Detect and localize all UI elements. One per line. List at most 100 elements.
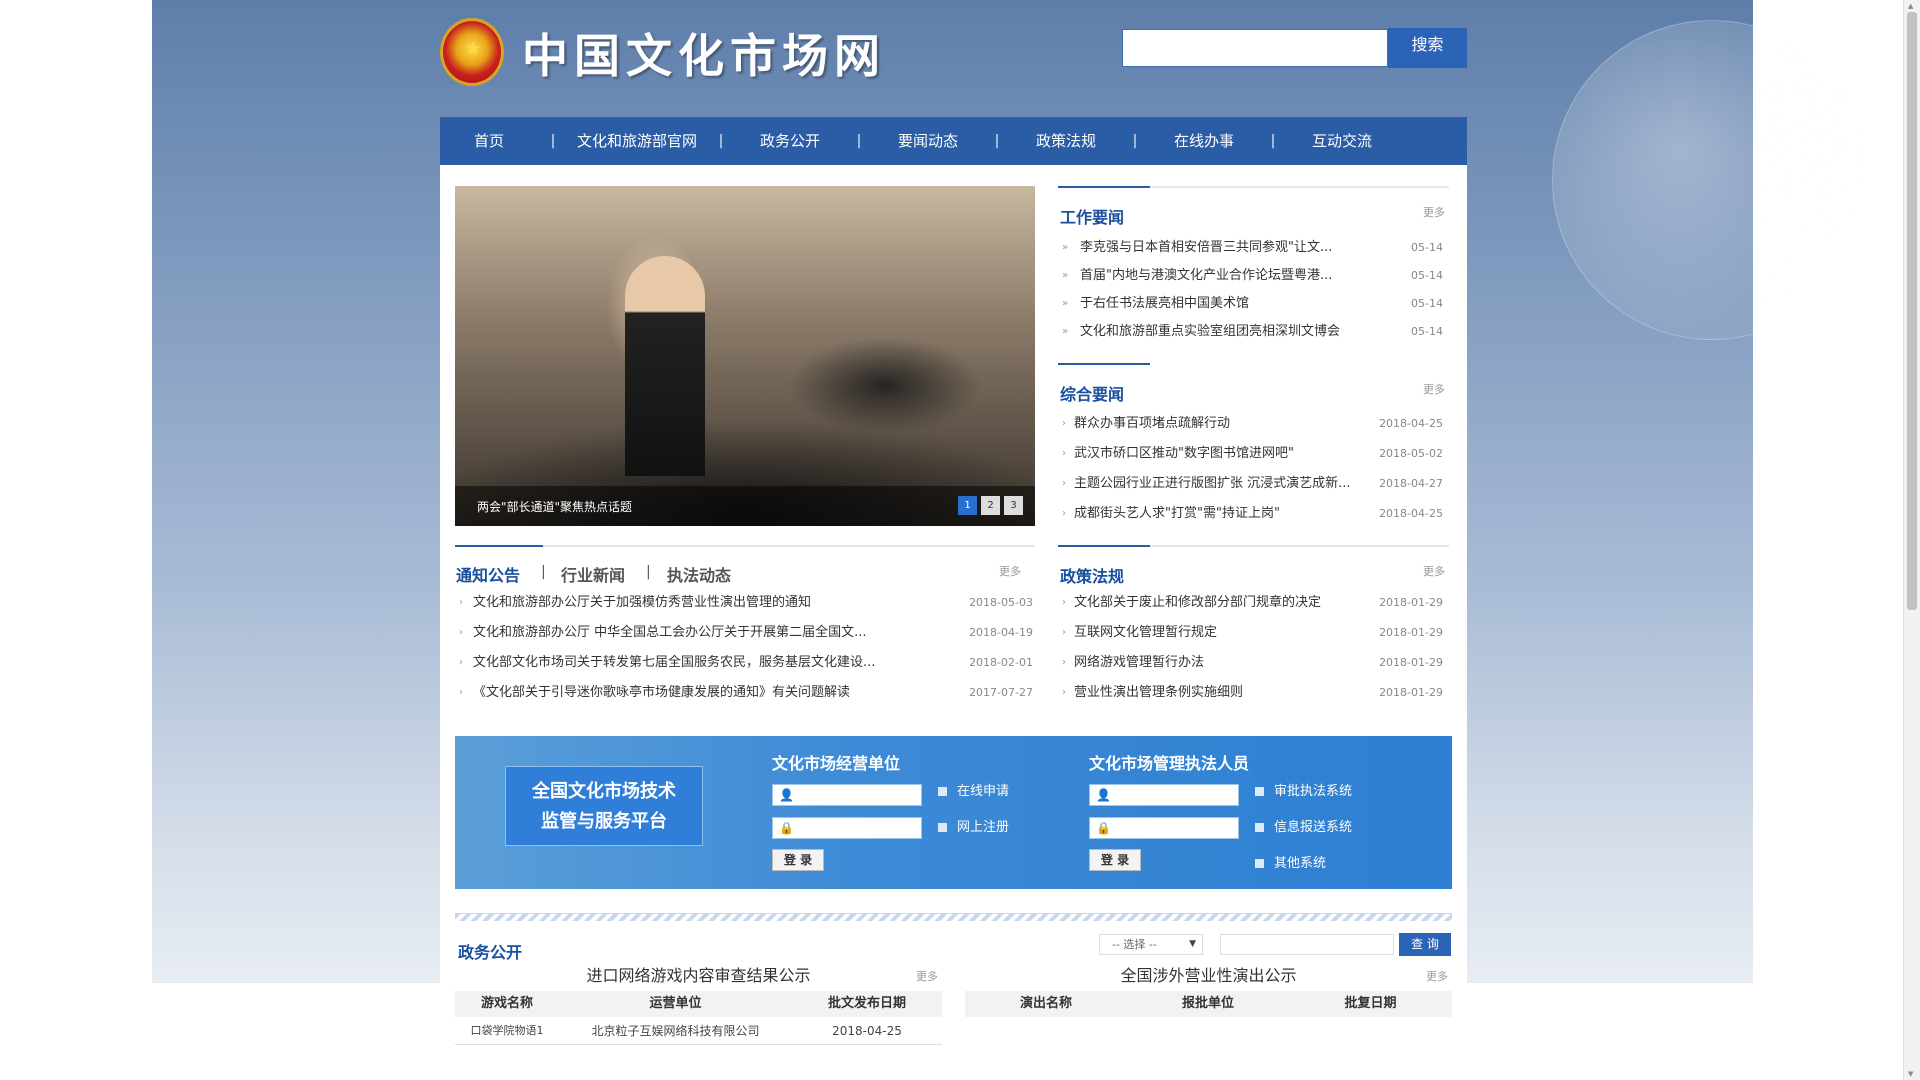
- column-header: 游戏名称: [480, 996, 533, 1011]
- news-title[interactable]: 《文化部关于引导迷你歌咏亭市场健康发展的通知》有关问题解读: [473, 678, 850, 708]
- list-item[interactable]: » 文化和旅游部重点实验室组团亮相深圳文博会 05-14: [1058, 318, 1449, 346]
- list-item[interactable]: › 《文化部关于引导迷你歌咏亭市场健康发展的通知》有关问题解读 2017-07-…: [455, 678, 1035, 708]
- nav-item-ministry[interactable]: 文化和旅游部官网: [568, 117, 706, 165]
- table-cell[interactable]: 口袋学院物语1: [455, 1017, 559, 1044]
- scroll-down-icon[interactable]: ▼: [1908, 1070, 1913, 1078]
- slider-caption[interactable]: 两会"部长通道"聚焦热点话题: [477, 498, 632, 515]
- chevron-right-icon: ›: [1062, 508, 1066, 519]
- scrollbar-thumb[interactable]: [1907, 12, 1917, 610]
- main-content: 两会"部长通道"聚焦热点话题 1 2 3 工作要闻 更多 » 李克强与日本首相安…: [440, 165, 1467, 1080]
- tab-industry-news[interactable]: 行业新闻: [561, 562, 625, 586]
- login-button[interactable]: 登 录: [1089, 849, 1141, 871]
- search-input[interactable]: [1122, 29, 1388, 67]
- list-item[interactable]: › 文化和旅游部办公厅 中华全国总工会办公厅关于开展第二届全国文... 2018…: [455, 618, 1035, 648]
- globe-decoration: [1552, 20, 1872, 340]
- double-arrow-icon: »: [1062, 242, 1069, 253]
- more-link[interactable]: 更多: [1423, 204, 1445, 220]
- list-item[interactable]: › 文化部文化市场司关于转发第七届全国服务农民，服务基层文化建设... 2018…: [455, 648, 1035, 678]
- page-wrapper: 中国文化市场网 搜索 首页 | 文化和旅游部官网 | 政务公开 | 要闻动态 |…: [440, 0, 1467, 1080]
- query-button[interactable]: 查 询: [1399, 933, 1451, 956]
- news-title[interactable]: 成都街头艺人求"打赏"需"持证上岗": [1074, 499, 1280, 529]
- table-title[interactable]: 进口网络游戏内容审查结果公示: [455, 962, 942, 990]
- news-title[interactable]: 网络游戏管理暂行办法: [1074, 648, 1204, 678]
- panel-title[interactable]: 工作要闻: [1060, 204, 1124, 228]
- tab-notice[interactable]: 通知公告: [456, 562, 520, 586]
- nav-item-policy[interactable]: 政策法规: [1012, 117, 1120, 165]
- gov-search-input[interactable]: [1220, 934, 1394, 955]
- nav-item-interaction[interactable]: 互动交流: [1288, 117, 1396, 165]
- news-title[interactable]: 文化部关于废止和修改部分部门规章的决定: [1074, 588, 1321, 618]
- list-item[interactable]: » 李克强与日本首相安倍晋三共同参观"让文... 05-14: [1058, 234, 1449, 262]
- more-link[interactable]: 更多: [999, 563, 1021, 579]
- panel-title[interactable]: 政策法规: [1060, 563, 1124, 587]
- news-title[interactable]: 互联网文化管理暂行规定: [1074, 618, 1217, 648]
- table-title[interactable]: 全国涉外营业性演出公示: [965, 962, 1452, 990]
- panel-title[interactable]: 综合要闻: [1060, 381, 1124, 405]
- password-field[interactable]: 🔒: [772, 817, 922, 839]
- username-field[interactable]: 👤: [772, 784, 922, 806]
- search-button[interactable]: 搜索: [1388, 28, 1467, 68]
- news-title[interactable]: 文化和旅游部办公厅关于加强模仿秀营业性演出管理的通知: [473, 588, 811, 618]
- list-item[interactable]: › 网络游戏管理暂行办法 2018-01-29: [1058, 648, 1449, 678]
- list-item[interactable]: › 武汉市硚口区推动"数字图书馆进网吧" 2018-05-02: [1058, 439, 1449, 469]
- list-item[interactable]: › 文化部关于废止和修改部分部门规章的决定 2018-01-29: [1058, 588, 1449, 618]
- more-link[interactable]: 更多: [916, 968, 938, 984]
- report-system-link[interactable]: 信息报送系统: [1255, 816, 1352, 835]
- news-title[interactable]: 文化部文化市场司关于转发第七届全国服务农民，服务基层文化建设...: [473, 648, 875, 678]
- more-link[interactable]: 更多: [1426, 968, 1448, 984]
- online-register-link[interactable]: 网上注册: [938, 816, 1009, 835]
- slider-photo[interactable]: [455, 186, 1035, 526]
- more-link[interactable]: 更多: [1423, 381, 1445, 397]
- news-title[interactable]: 首届"内地与港澳文化产业合作论坛暨粤港...: [1080, 262, 1332, 290]
- list-item[interactable]: » 首届"内地与港澳文化产业合作论坛暨粤港... 05-14: [1058, 262, 1449, 290]
- online-apply-link[interactable]: 在线申请: [938, 780, 1009, 799]
- scroll-up-icon[interactable]: ▲: [1908, 2, 1913, 10]
- category-select[interactable]: -- 选择 -- ▼: [1099, 934, 1203, 955]
- table-row[interactable]: 口袋学院物语1 北京粒子互娱网络科技有限公司 2018-04-25: [455, 1017, 942, 1045]
- slider-dot[interactable]: 2: [981, 496, 1000, 515]
- list-item[interactable]: › 营业性演出管理条例实施细则 2018-01-29: [1058, 678, 1449, 708]
- list-item[interactable]: › 群众办事百项堵点疏解行动 2018-04-25: [1058, 409, 1449, 439]
- news-title[interactable]: 于右任书法展亮相中国美术馆: [1080, 290, 1249, 318]
- nav-item-home[interactable]: 首页: [440, 117, 538, 165]
- slider-dot[interactable]: 3: [1004, 496, 1023, 515]
- list-item[interactable]: › 互联网文化管理暂行规定 2018-01-29: [1058, 618, 1449, 648]
- nav-item-news[interactable]: 要闻动态: [874, 117, 982, 165]
- nav-item-gov-affairs[interactable]: 政务公开: [736, 117, 844, 165]
- login-button[interactable]: 登 录: [772, 849, 824, 871]
- nav-item-online-service[interactable]: 在线办事: [1150, 117, 1258, 165]
- news-date: 05-14: [1411, 269, 1443, 282]
- column-header: 演出名称: [1019, 996, 1072, 1011]
- news-title[interactable]: 文化和旅游部办公厅 中华全国总工会办公厅关于开展第二届全国文...: [473, 618, 867, 648]
- chevron-down-icon: ▼: [1189, 939, 1196, 949]
- list-item[interactable]: › 成都街头艺人求"打赏"需"持证上岗" 2018-04-25: [1058, 499, 1449, 529]
- gov-affairs-title[interactable]: 政务公开: [458, 939, 522, 963]
- table-header: 演出名称 报批单位 批复日期: [965, 991, 1452, 1017]
- news-title[interactable]: 武汉市硚口区推动"数字图书馆进网吧": [1074, 439, 1294, 469]
- news-title[interactable]: 文化和旅游部重点实验室组团亮相深圳文博会: [1080, 318, 1340, 346]
- news-title[interactable]: 营业性演出管理条例实施细则: [1074, 678, 1243, 708]
- slider-dot[interactable]: 1: [958, 496, 977, 515]
- more-link[interactable]: 更多: [1423, 563, 1445, 579]
- platform-logo[interactable]: 全国文化市场技术 监管与服务平台: [505, 766, 703, 846]
- approval-system-link[interactable]: 审批执法系统: [1255, 780, 1352, 799]
- other-system-link[interactable]: 其他系统: [1255, 852, 1326, 871]
- username-field[interactable]: 👤: [1089, 784, 1239, 806]
- news-date: 2018-01-29: [1379, 596, 1443, 609]
- chevron-right-icon: ›: [1062, 657, 1066, 668]
- news-title[interactable]: 主题公园行业正进行版图扩张 沉浸式演艺成新...: [1074, 469, 1351, 499]
- news-title[interactable]: 李克强与日本首相安倍晋三共同参观"让文...: [1080, 234, 1332, 262]
- password-field[interactable]: 🔒: [1089, 817, 1239, 839]
- user-icon: 👤: [1096, 788, 1111, 802]
- news-date: 2018-04-25: [1379, 507, 1443, 520]
- list-item[interactable]: › 主题公园行业正进行版图扩张 沉浸式演艺成新... 2018-04-27: [1058, 469, 1449, 499]
- news-date: 2018-01-29: [1379, 626, 1443, 639]
- news-title[interactable]: 群众办事百项堵点疏解行动: [1074, 409, 1230, 439]
- list-item[interactable]: › 文化和旅游部办公厅关于加强模仿秀营业性演出管理的通知 2018-05-03: [455, 588, 1035, 618]
- news-date: 2017-07-27: [969, 686, 1033, 699]
- list-item[interactable]: » 于右任书法展亮相中国美术馆 05-14: [1058, 290, 1449, 318]
- site-title[interactable]: 中国文化市场网: [522, 20, 886, 86]
- image-slider[interactable]: 两会"部长通道"聚焦热点话题 1 2 3: [455, 186, 1035, 526]
- tab-law-enforcement[interactable]: 执法动态: [667, 562, 731, 586]
- scrollbar[interactable]: ▲ ▼: [1903, 0, 1920, 1080]
